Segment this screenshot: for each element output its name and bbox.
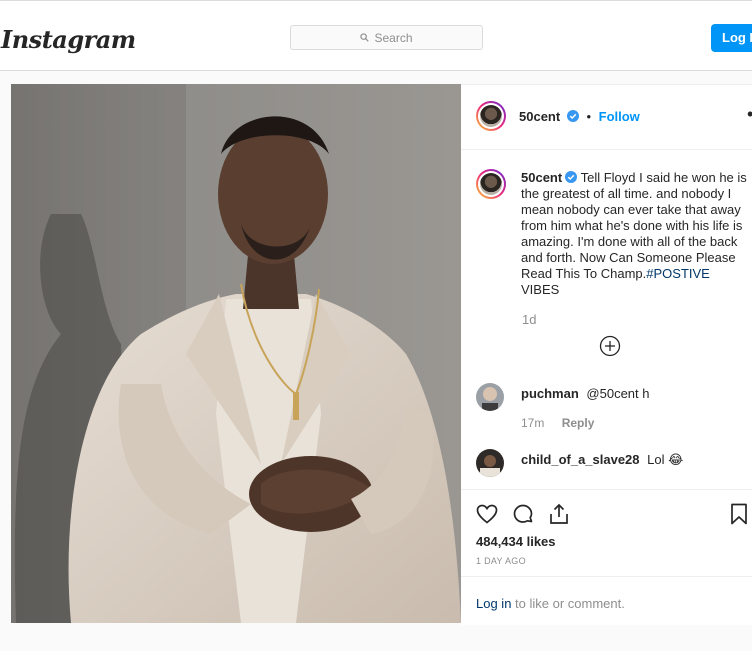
post-side-panel: 50cent • Follow ••• 50cent Tell Floyd I … xyxy=(461,84,752,625)
actions-divider xyxy=(461,576,752,577)
more-options-icon[interactable]: ••• xyxy=(747,105,752,123)
login-prompt: Log in to like or comment. xyxy=(476,596,625,611)
comment-body: @50cent h xyxy=(586,386,650,401)
commenter-avatar[interactable] xyxy=(476,383,504,411)
caption-tail: VIBES xyxy=(521,282,560,297)
post-header: 50cent • Follow ••• xyxy=(476,101,752,133)
caption-body: Tell Floyd I said he won he is the great… xyxy=(521,170,747,281)
top-navbar: Instagram Search Log In xyxy=(0,1,752,71)
post-timestamp: 1 DAY AGO xyxy=(476,556,526,566)
search-placeholder: Search xyxy=(374,30,413,45)
instagram-logo[interactable]: Instagram xyxy=(1,25,136,54)
comment-time: 17m xyxy=(521,416,545,430)
add-comment-icon[interactable] xyxy=(599,335,621,357)
comment-username[interactable]: child_of_a_slave28 xyxy=(521,452,640,467)
comment-body: Lol 😂 xyxy=(647,452,684,467)
search-icon xyxy=(360,33,370,42)
verified-badge-icon xyxy=(565,171,578,183)
post-actions: 484,434 likes 1 DAY AGO Log in to like o… xyxy=(461,489,752,625)
comment-icon[interactable] xyxy=(511,502,535,526)
search-input[interactable]: Search xyxy=(290,25,483,50)
commenter-avatar[interactable] xyxy=(476,449,504,477)
share-icon[interactable] xyxy=(547,502,571,526)
bookmark-icon[interactable] xyxy=(727,502,751,526)
reply-button[interactable]: Reply xyxy=(562,416,595,430)
likes-count[interactable]: 484,434 likes xyxy=(476,534,556,549)
comment-username[interactable]: puchman xyxy=(521,386,579,401)
caption-username[interactable]: 50cent xyxy=(521,170,562,185)
header-divider xyxy=(461,149,752,150)
login-link[interactable]: Log in xyxy=(476,596,511,611)
caption-hashtag[interactable]: #POSTIVE xyxy=(646,266,710,281)
caption-text: 50cent Tell Floyd I said he won he is th… xyxy=(521,170,749,298)
author-username[interactable]: 50cent xyxy=(519,109,560,124)
comment-text-line: puchman @50cent h xyxy=(521,386,650,401)
post-photo xyxy=(11,84,461,623)
heart-icon[interactable] xyxy=(475,502,499,526)
follow-button[interactable]: Follow xyxy=(599,109,640,124)
comment-meta: 17m Reply xyxy=(521,416,594,430)
caption-avatar[interactable] xyxy=(476,169,506,199)
login-prompt-text: to like or comment. xyxy=(511,596,625,611)
author-line: 50cent • Follow xyxy=(519,109,640,124)
login-button[interactable]: Log In xyxy=(711,24,752,52)
author-avatar[interactable] xyxy=(476,101,506,131)
verified-badge-icon xyxy=(566,110,579,122)
comment-text-line: child_of_a_slave28 Lol 😂 xyxy=(521,452,683,468)
caption-time: 1d xyxy=(522,312,537,327)
separator-dot: • xyxy=(586,109,592,124)
post-image[interactable] xyxy=(11,84,461,623)
